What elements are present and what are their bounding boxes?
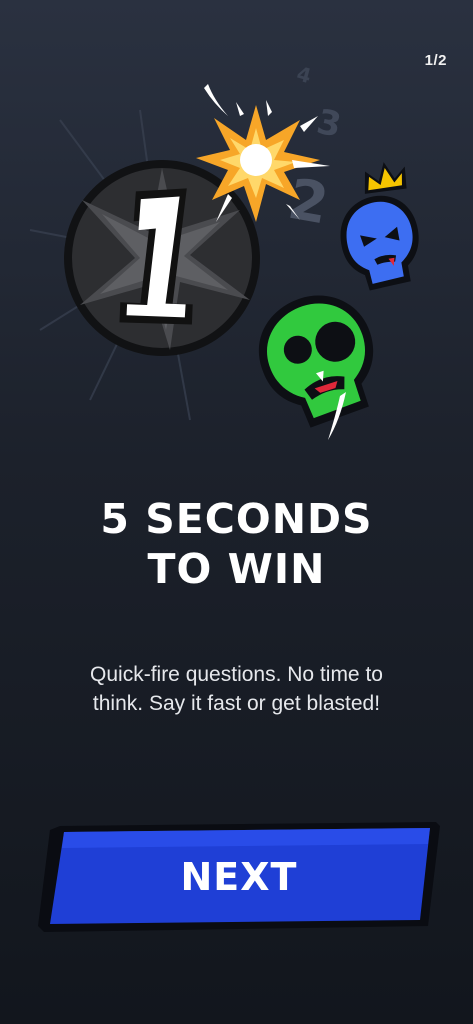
countdown-digit-4: 4 — [294, 61, 314, 88]
onboarding-description: Quick-fire questions. No time to think. … — [40, 660, 433, 718]
blue-skull-crown-icon — [340, 162, 419, 291]
green-skull-icon — [258, 295, 374, 428]
bomb-illustration: 4 3 2 — [29, 61, 419, 440]
countdown-digit-2: 2 — [283, 167, 333, 238]
description-line-1: Quick-fire questions. No time to — [90, 663, 383, 686]
next-button[interactable]: NEXT — [38, 822, 440, 932]
next-button-label[interactable]: NEXT — [38, 822, 440, 932]
title-line-2: TO WIN — [147, 545, 326, 593]
onboarding-title: 5 SECONDS TO WIN — [0, 494, 473, 594]
description-line-2: think. Say it fast or get blasted! — [92, 692, 381, 715]
title-line-1: 5 SECONDS — [100, 495, 373, 543]
countdown-digit-3: 3 — [313, 102, 344, 146]
